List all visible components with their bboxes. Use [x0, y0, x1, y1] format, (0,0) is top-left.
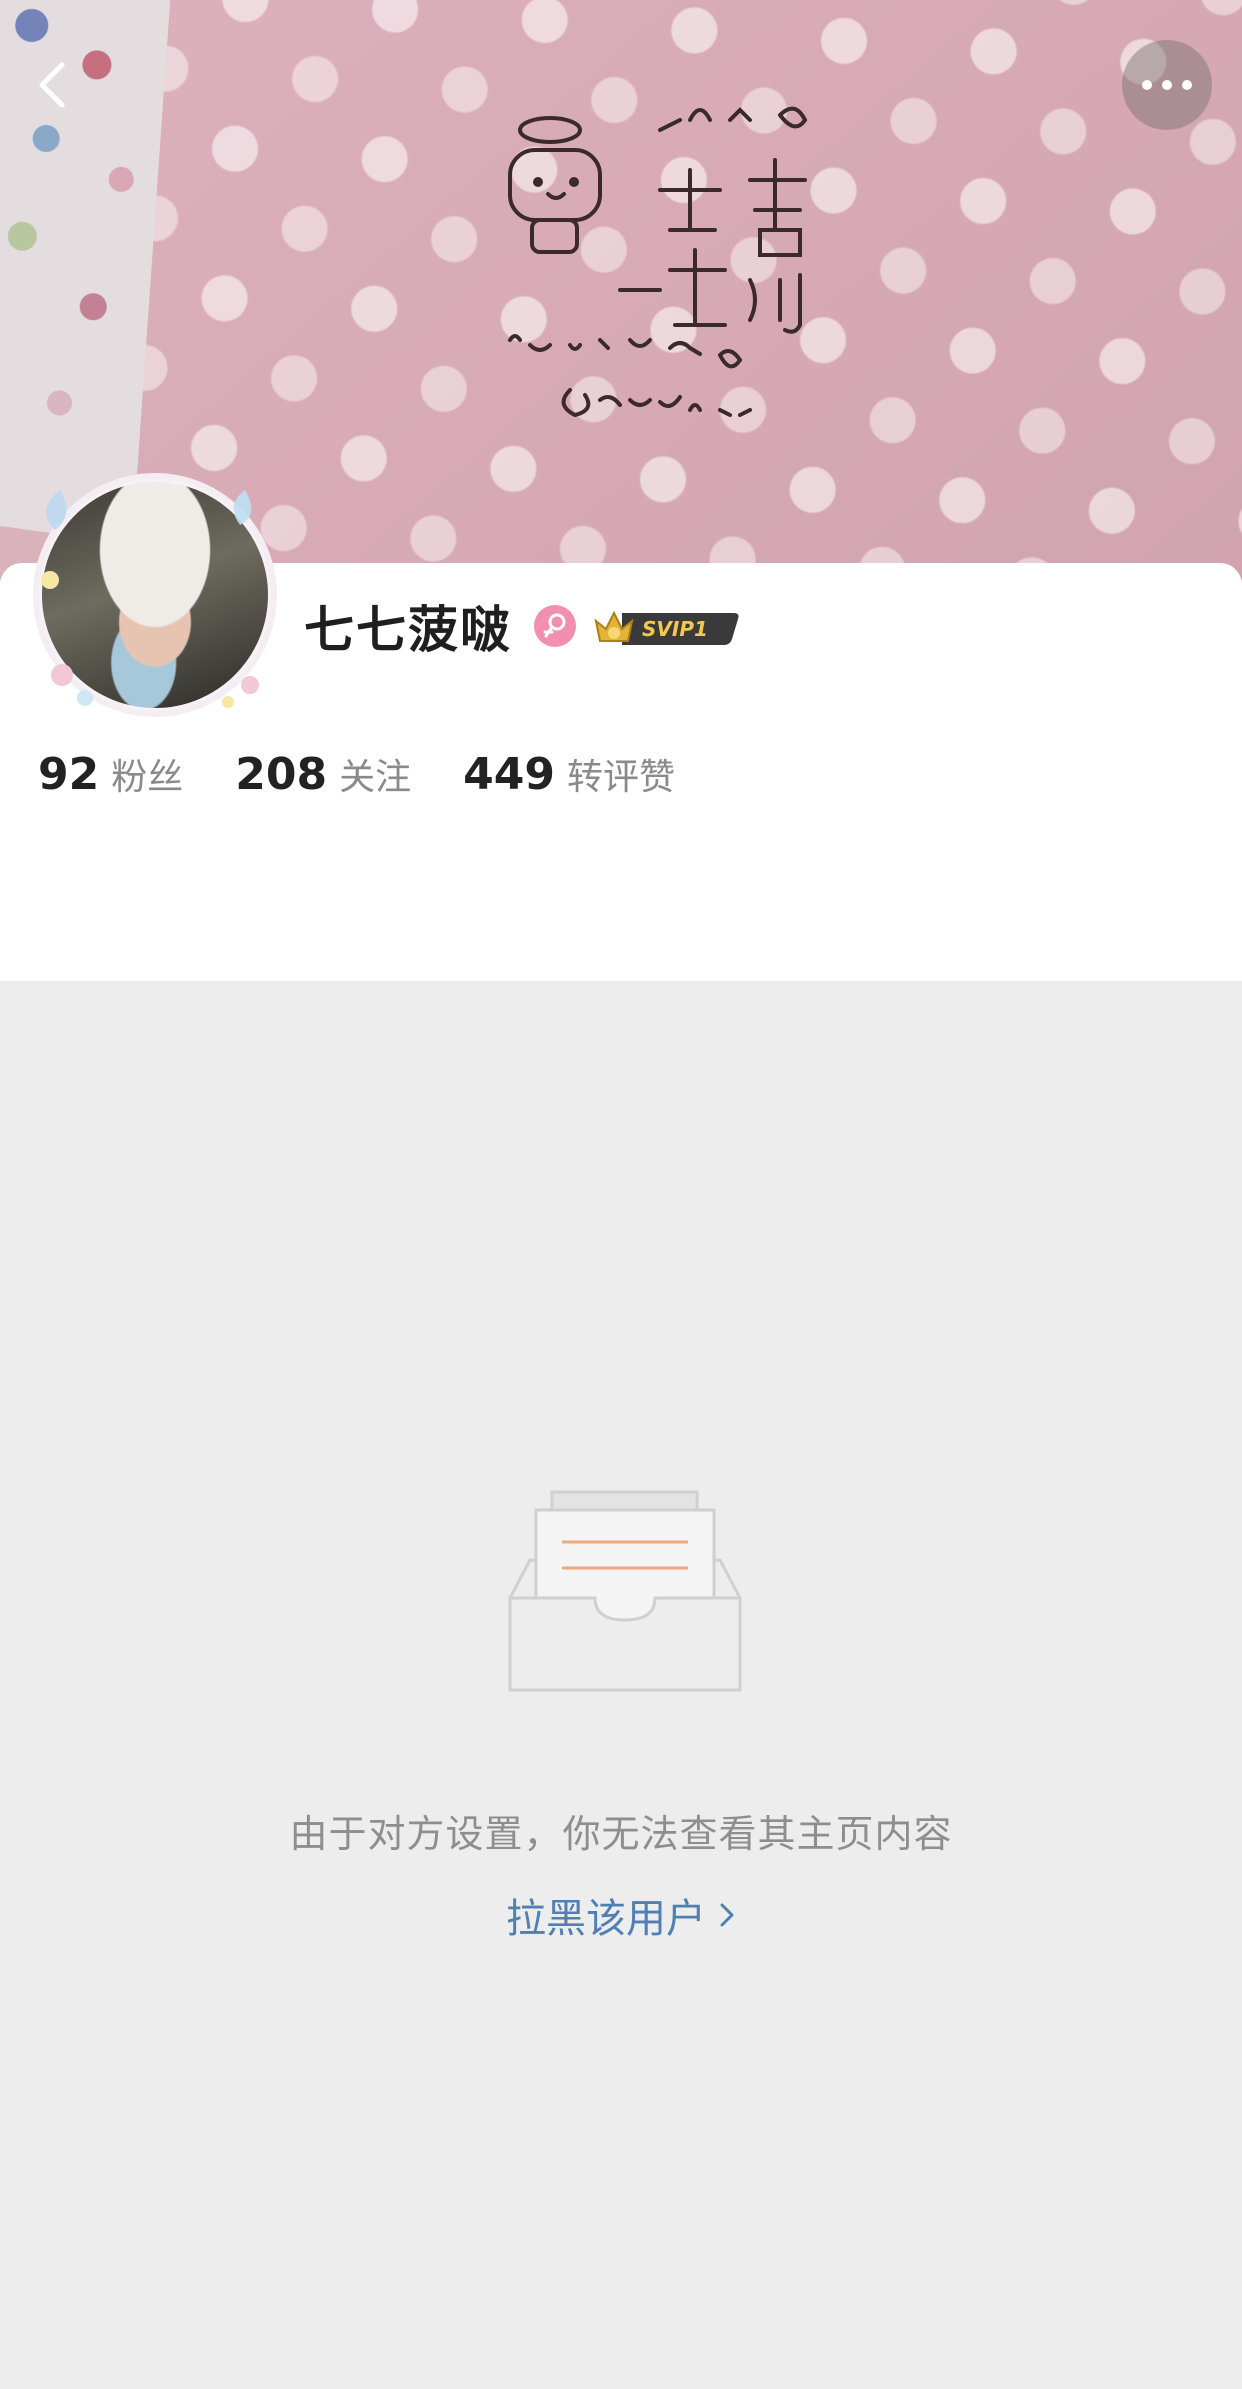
stat-following[interactable]: 208 关注 — [235, 748, 411, 800]
avatar-frame-decoration — [33, 473, 277, 717]
stat-label: 粉丝 — [111, 757, 184, 798]
stat-value: 92 — [38, 749, 100, 800]
svip-badge[interactable]: SVIP1 — [592, 603, 742, 649]
back-button[interactable] — [8, 40, 98, 130]
more-dots-icon — [1142, 80, 1192, 90]
stat-value: 449 — [463, 749, 555, 800]
chevron-right-icon — [718, 1899, 736, 1931]
avatar[interactable] — [30, 470, 280, 720]
profile-name: 七七菠啵 — [304, 601, 512, 659]
stat-followers[interactable]: 92 粉丝 — [38, 748, 183, 800]
block-user-label: 拉黑该用户 — [506, 1896, 706, 1942]
chevron-left-icon — [39, 62, 65, 108]
cover-doodle-drawing — [508, 106, 808, 418]
empty-state-message: 由于对方设置，你无法查看其主页内容 — [289, 1812, 953, 1856]
svip-label: SVIP1 — [642, 617, 708, 641]
stat-interactions[interactable]: 449 转评赞 — [463, 748, 675, 800]
block-user-link[interactable]: 拉黑该用户 — [0, 1886, 1242, 1944]
stat-label: 关注 — [339, 757, 412, 798]
crown-icon: SVIP1 — [594, 610, 739, 645]
profile-name-row: 七七菠啵 SVIP1 — [304, 596, 742, 659]
female-icon — [534, 605, 576, 647]
empty-box-icon — [508, 1490, 742, 1692]
more-options-button[interactable] — [1122, 40, 1212, 130]
stat-label: 转评赞 — [566, 757, 675, 798]
profile-stats: 92 粉丝 208 关注 449 转评赞 — [38, 748, 727, 800]
stat-value: 208 — [235, 749, 328, 800]
